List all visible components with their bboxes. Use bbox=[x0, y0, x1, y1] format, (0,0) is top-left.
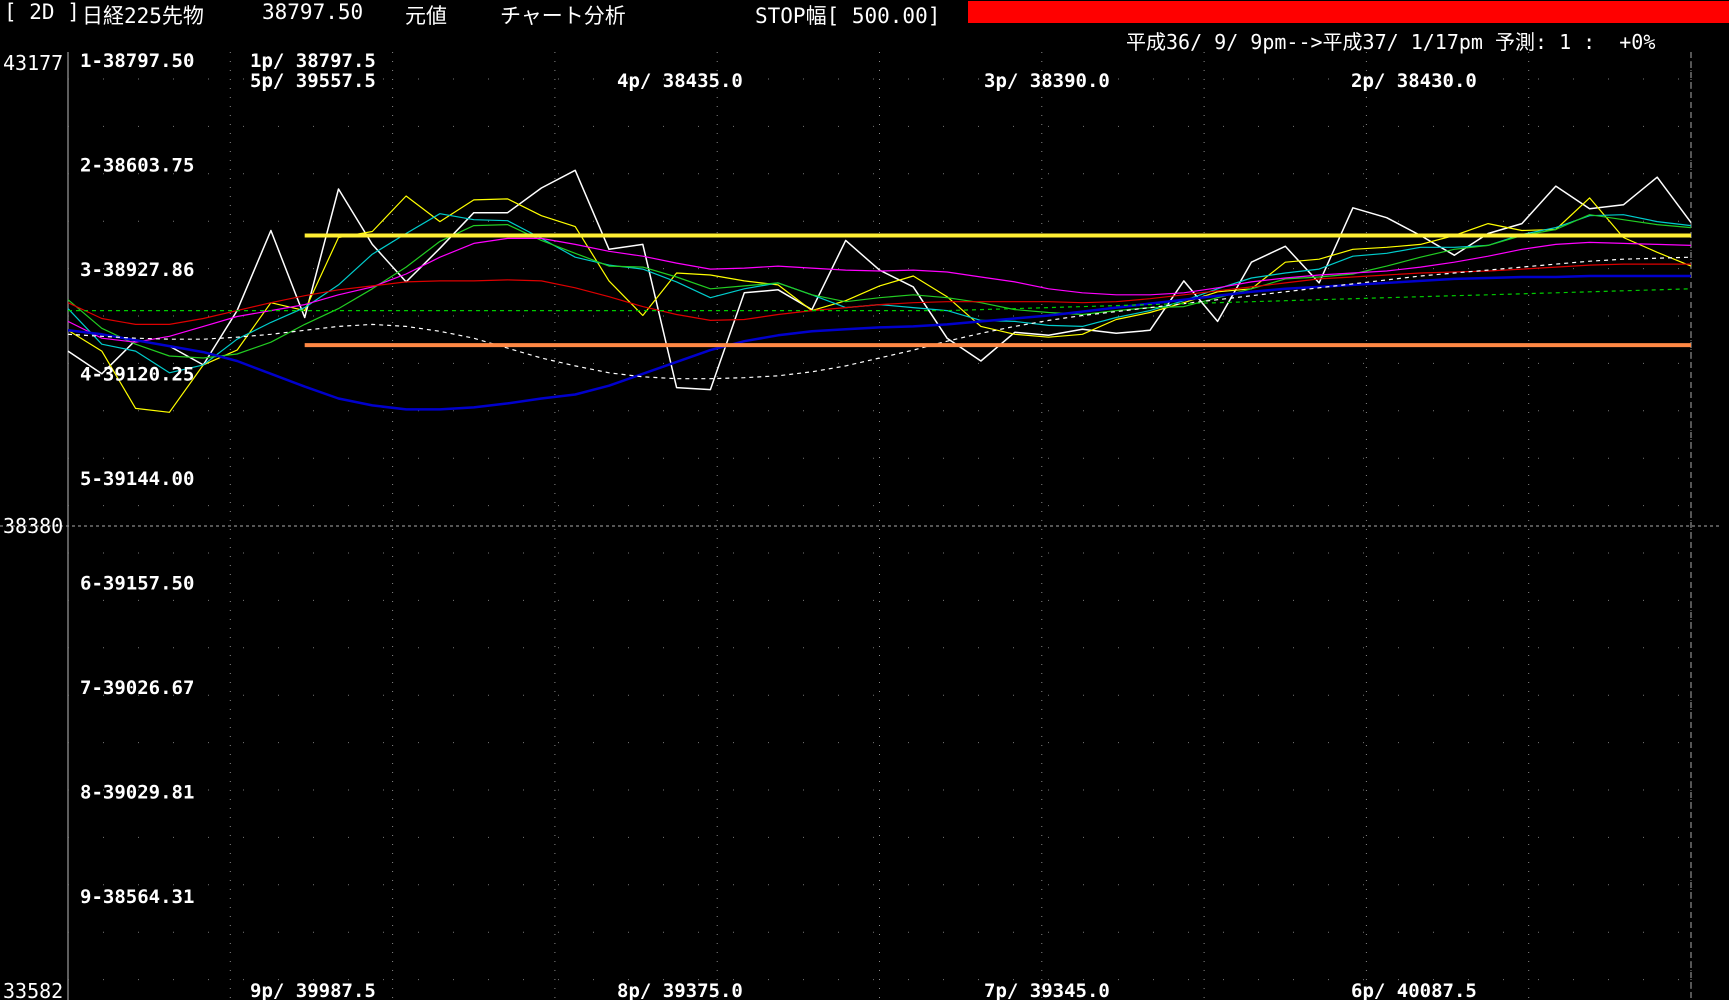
pivot-top-label: 5p/ 39557.5 bbox=[250, 70, 376, 92]
pivot-top-label: 4p/ 38435.0 bbox=[617, 70, 743, 92]
y-axis-mid-label: 38380 bbox=[3, 514, 63, 538]
y-axis-bottom-label: 33582 bbox=[3, 979, 63, 1000]
level-label: 2-38603.75 bbox=[80, 155, 194, 177]
y-axis-top-label: 43177 bbox=[3, 51, 63, 75]
level-label: 5-39144.00 bbox=[80, 468, 194, 490]
pivot-bottom-label: 7p/ 39345.0 bbox=[984, 980, 1110, 1000]
pivot-top-label: 1p/ 38797.5 bbox=[250, 50, 376, 72]
level-label: 7-39026.67 bbox=[80, 677, 194, 699]
level-label: 3-38927.86 bbox=[80, 259, 194, 281]
pivot-top-label: 3p/ 38390.0 bbox=[984, 70, 1110, 92]
pivot-bottom-label: 9p/ 39987.5 bbox=[250, 980, 376, 1000]
pivot-bottom-label: 8p/ 39375.0 bbox=[617, 980, 743, 1000]
series-line bbox=[67, 256, 1692, 380]
level-label: 8-39029.81 bbox=[80, 782, 194, 804]
level-label: 4-39120.25 bbox=[80, 364, 194, 386]
pivot-bottom-label: 6p/ 40087.5 bbox=[1351, 980, 1477, 1000]
pivot-top-label: 2p/ 38430.0 bbox=[1351, 70, 1477, 92]
level-label: 9-38564.31 bbox=[80, 886, 194, 908]
price-chart[interactable]: 43177 38380 33582 1-38797.50 2-38603.75 3-389… bbox=[0, 0, 1729, 1000]
level-label: 6-39157.50 bbox=[80, 573, 194, 595]
level-label: 1-38797.50 bbox=[80, 50, 194, 72]
